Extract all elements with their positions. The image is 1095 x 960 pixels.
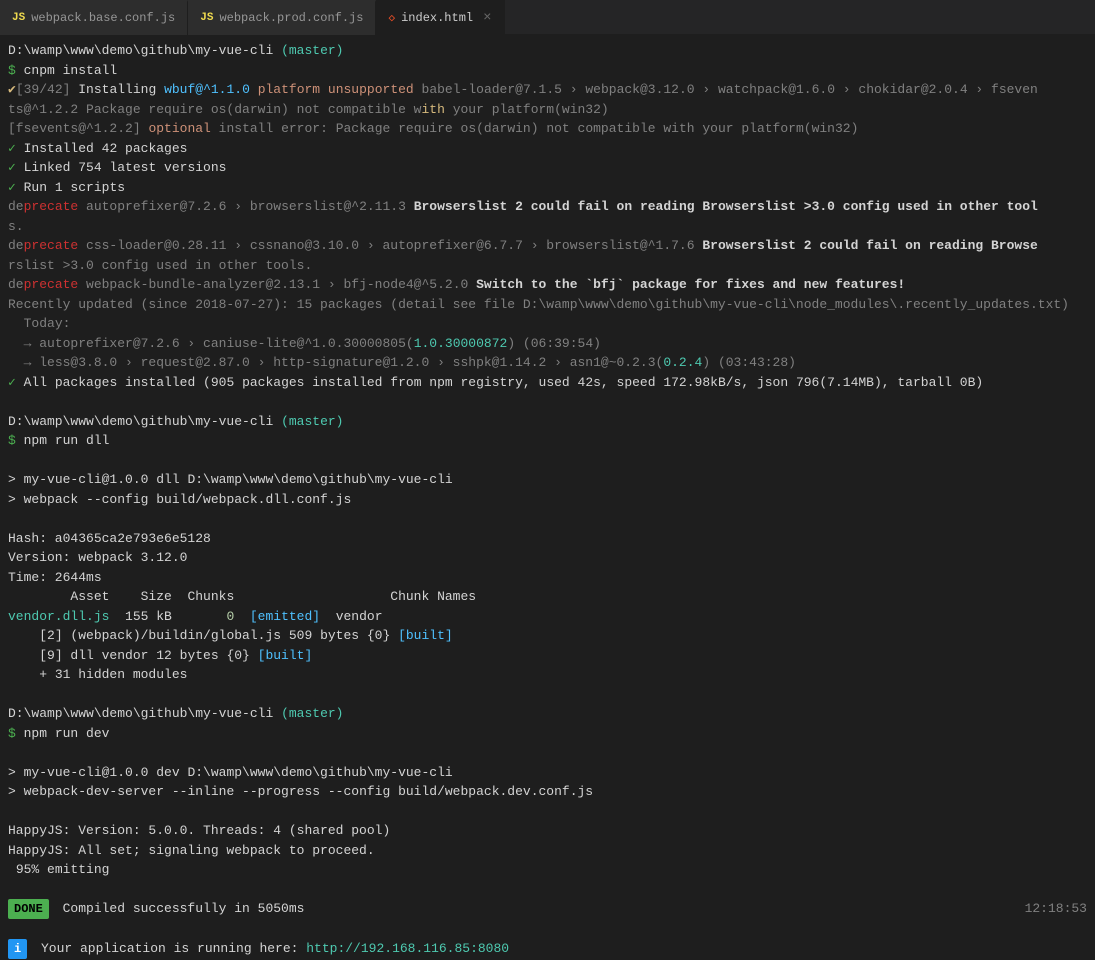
terminal-line: → autoprefixer@7.2.6 › caniuse-lite@^1.0… [8,334,1087,354]
info-badge: i [8,939,27,959]
tab-index-html[interactable]: ◇ index.html × [376,0,504,35]
terminal-line: Today: [8,314,1087,334]
tab-label: webpack.base.conf.js [31,11,175,25]
tab-label: webpack.prod.conf.js [219,11,363,25]
terminal[interactable]: D:\wamp\www\demo\github\my-vue-cli (mast… [0,35,1095,960]
terminal-line [8,509,1087,529]
terminal-line: > my-vue-cli@1.0.0 dev D:\wamp\www\demo\… [8,763,1087,783]
tab-webpack-base[interactable]: JS webpack.base.conf.js [0,0,188,35]
terminal-line: ✓ Installed 42 packages [8,139,1087,159]
tab-webpack-prod[interactable]: JS webpack.prod.conf.js [188,0,376,35]
terminal-line: deprecate css-loader@0.28.11 › cssnano@3… [8,236,1087,256]
terminal-line: deprecate autoprefixer@7.2.6 › browsersl… [8,197,1087,217]
terminal-line: [2] (webpack)/buildin/global.js 509 byte… [8,626,1087,646]
terminal-line: Version: webpack 3.12.0 [8,548,1087,568]
js-icon: JS [200,12,213,24]
done-badge: DONE [8,899,49,919]
terminal-line: deprecate webpack-bundle-analyzer@2.13.1… [8,275,1087,295]
terminal-line: Asset Size Chunks Chunk Names [8,587,1087,607]
terminal-line: + 31 hidden modules [8,665,1087,685]
terminal-line: 95% emitting [8,860,1087,880]
html-icon: ◇ [388,11,395,25]
terminal-line: $ npm run dev [8,724,1087,744]
terminal-line: [9] dll vendor 12 bytes {0} [built] [8,646,1087,666]
terminal-line: s. [8,217,1087,237]
terminal-line: rslist >3.0 config used in other tools. [8,256,1087,276]
terminal-line: → less@3.8.0 › request@2.87.0 › http-sig… [8,353,1087,373]
terminal-line: D:\wamp\www\demo\github\my-vue-cli (mast… [8,41,1087,61]
terminal-line: ✓ Linked 754 latest versions [8,158,1087,178]
terminal-line [8,685,1087,705]
terminal-line: > webpack --config build/webpack.dll.con… [8,490,1087,510]
terminal-line [8,802,1087,822]
terminal-line: ✓ All packages installed (905 packages i… [8,373,1087,393]
terminal-line: $ cnpm install [8,61,1087,81]
terminal-line: ts@^1.2.2 Package require os(darwin) not… [8,100,1087,120]
terminal-line: Time: 2644ms [8,568,1087,588]
tab-bar: JS webpack.base.conf.js JS webpack.prod.… [0,0,1095,35]
terminal-line: HappyJS: Version: 5.0.0. Threads: 4 (sha… [8,821,1087,841]
terminal-line: [fsevents@^1.2.2] optional install error… [8,119,1087,139]
terminal-info-line: i Your application is running here: http… [8,939,1087,959]
terminal-line: HappyJS: All set; signaling webpack to p… [8,841,1087,861]
terminal-done-line-1: DONE Compiled successfully in 5050ms12:1… [8,899,1087,919]
terminal-line [8,451,1087,471]
terminal-line: ✓ Run 1 scripts [8,178,1087,198]
terminal-line [8,392,1087,412]
terminal-line: $ npm run dll [8,431,1087,451]
js-icon: JS [12,12,25,24]
terminal-line [8,880,1087,900]
tab-label: index.html [401,11,473,25]
terminal-line: Hash: a04365ca2e793e6e5128 [8,529,1087,549]
tab-close-icon[interactable]: × [483,11,491,25]
terminal-line: ✔[39/42] Installing wbuf@^1.1.0 platform… [8,80,1087,100]
terminal-line: > my-vue-cli@1.0.0 dll D:\wamp\www\demo\… [8,470,1087,490]
terminal-line: Recently updated (since 2018-07-27): 15 … [8,295,1087,315]
terminal-line [8,743,1087,763]
terminal-line: D:\wamp\www\demo\github\my-vue-cli (mast… [8,704,1087,724]
terminal-line [8,919,1087,939]
terminal-line: vendor.dll.js 155 kB 0 [emitted] vendor [8,607,1087,627]
terminal-line: D:\wamp\www\demo\github\my-vue-cli (mast… [8,412,1087,432]
terminal-line: > webpack-dev-server --inline --progress… [8,782,1087,802]
